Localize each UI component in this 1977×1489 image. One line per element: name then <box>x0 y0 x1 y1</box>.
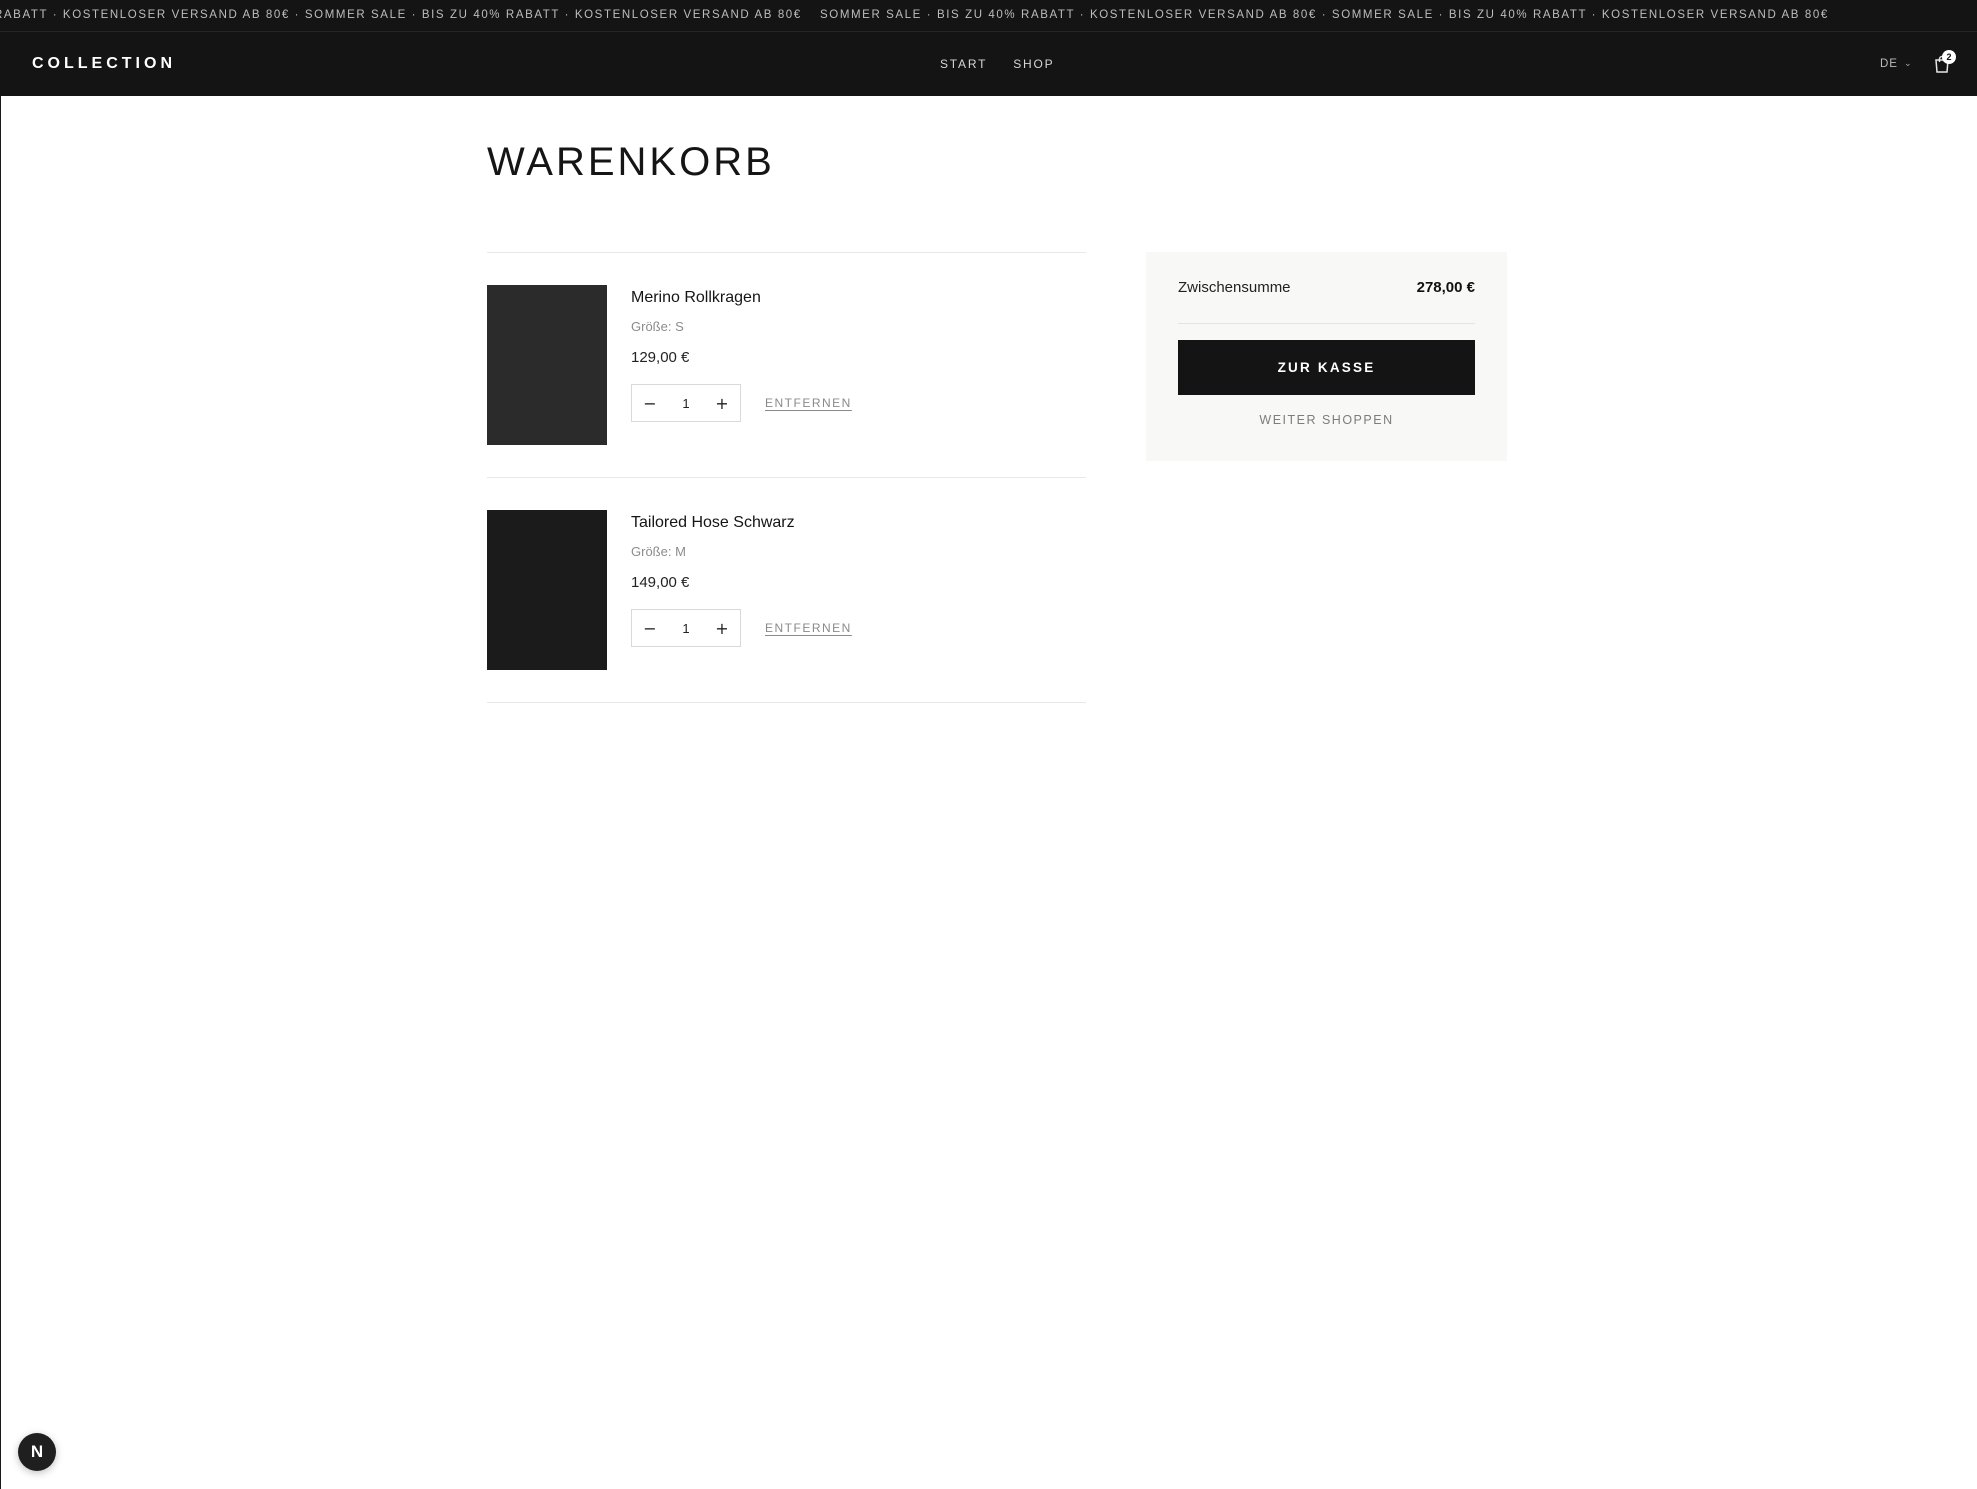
subtotal-row: Zwischensumme 278,00 € <box>1178 252 1475 324</box>
nav-item-start[interactable]: START <box>940 57 987 71</box>
announcement-bar: RABATT · KOSTENLOSER VERSAND AB 80€ · SO… <box>0 0 1977 32</box>
site-logo[interactable]: COLLECTION <box>32 32 176 96</box>
quantity-value: 1 <box>682 395 690 411</box>
product-size: Größe: S <box>631 319 684 334</box>
quantity-value: 1 <box>682 620 690 636</box>
language-label: DE <box>1880 58 1898 70</box>
product-name[interactable]: Tailored Hose Schwarz <box>631 514 795 532</box>
nav-item-shop[interactable]: SHOP <box>1013 57 1054 71</box>
announcement-text-repeat: SOMMER SALE · BIS ZU 40% RABATT · KOSTEN… <box>820 9 1829 21</box>
quantity-stepper: − 1 + <box>631 609 741 647</box>
cart-items-list: Merino Rollkragen Größe: S 129,00 € − 1 … <box>487 252 1086 703</box>
product-info: Tailored Hose Schwarz Größe: M 149,00 € <box>631 514 795 591</box>
list-divider <box>487 702 1086 703</box>
product-price: 149,00 € <box>631 574 690 591</box>
announcement-text: RABATT · KOSTENLOSER VERSAND AB 80€ · SO… <box>0 9 802 21</box>
subtotal-value: 278,00 € <box>1416 279 1475 296</box>
product-name[interactable]: Merino Rollkragen <box>631 289 761 307</box>
quantity-row: − 1 + ENTFERNEN <box>631 609 852 647</box>
product-image[interactable] <box>487 510 607 670</box>
quantity-stepper: − 1 + <box>631 384 741 422</box>
increase-quantity-button[interactable]: + <box>704 385 740 421</box>
checkout-button[interactable]: ZUR KASSE <box>1178 340 1475 395</box>
chevron-down-icon: ⌄ <box>1903 57 1913 68</box>
nextjs-logo-icon: N <box>30 1442 44 1461</box>
cart-item: Tailored Hose Schwarz Größe: M 149,00 € … <box>487 477 1086 702</box>
decrease-quantity-button[interactable]: − <box>632 610 668 646</box>
quantity-row: − 1 + ENTFERNEN <box>631 384 852 422</box>
window-edge <box>0 96 1 1489</box>
increase-quantity-button[interactable]: + <box>704 610 740 646</box>
cart-item: Merino Rollkragen Größe: S 129,00 € − 1 … <box>487 252 1086 477</box>
decrease-quantity-button[interactable]: − <box>632 385 668 421</box>
subtotal-label: Zwischensumme <box>1178 279 1291 296</box>
order-summary: Zwischensumme 278,00 € ZUR KASSE WEITER … <box>1146 252 1507 461</box>
continue-shopping-link[interactable]: WEITER SHOPPEN <box>1178 413 1475 427</box>
language-selector[interactable]: DE ⌄ <box>1880 32 1913 96</box>
site-header: COLLECTION START SHOP DE ⌄ 2 <box>0 32 1977 96</box>
cart-count-badge: 2 <box>1942 50 1956 64</box>
product-price: 129,00 € <box>631 349 690 366</box>
product-info: Merino Rollkragen Größe: S 129,00 € <box>631 289 761 366</box>
remove-item-link[interactable]: ENTFERNEN <box>765 621 852 635</box>
nextjs-dev-badge[interactable]: N <box>18 1433 56 1471</box>
main-nav: START SHOP <box>940 32 1054 96</box>
product-size: Größe: M <box>631 544 686 559</box>
page-title: WARENKORB <box>487 140 775 184</box>
remove-item-link[interactable]: ENTFERNEN <box>765 396 852 410</box>
product-image[interactable] <box>487 285 607 445</box>
